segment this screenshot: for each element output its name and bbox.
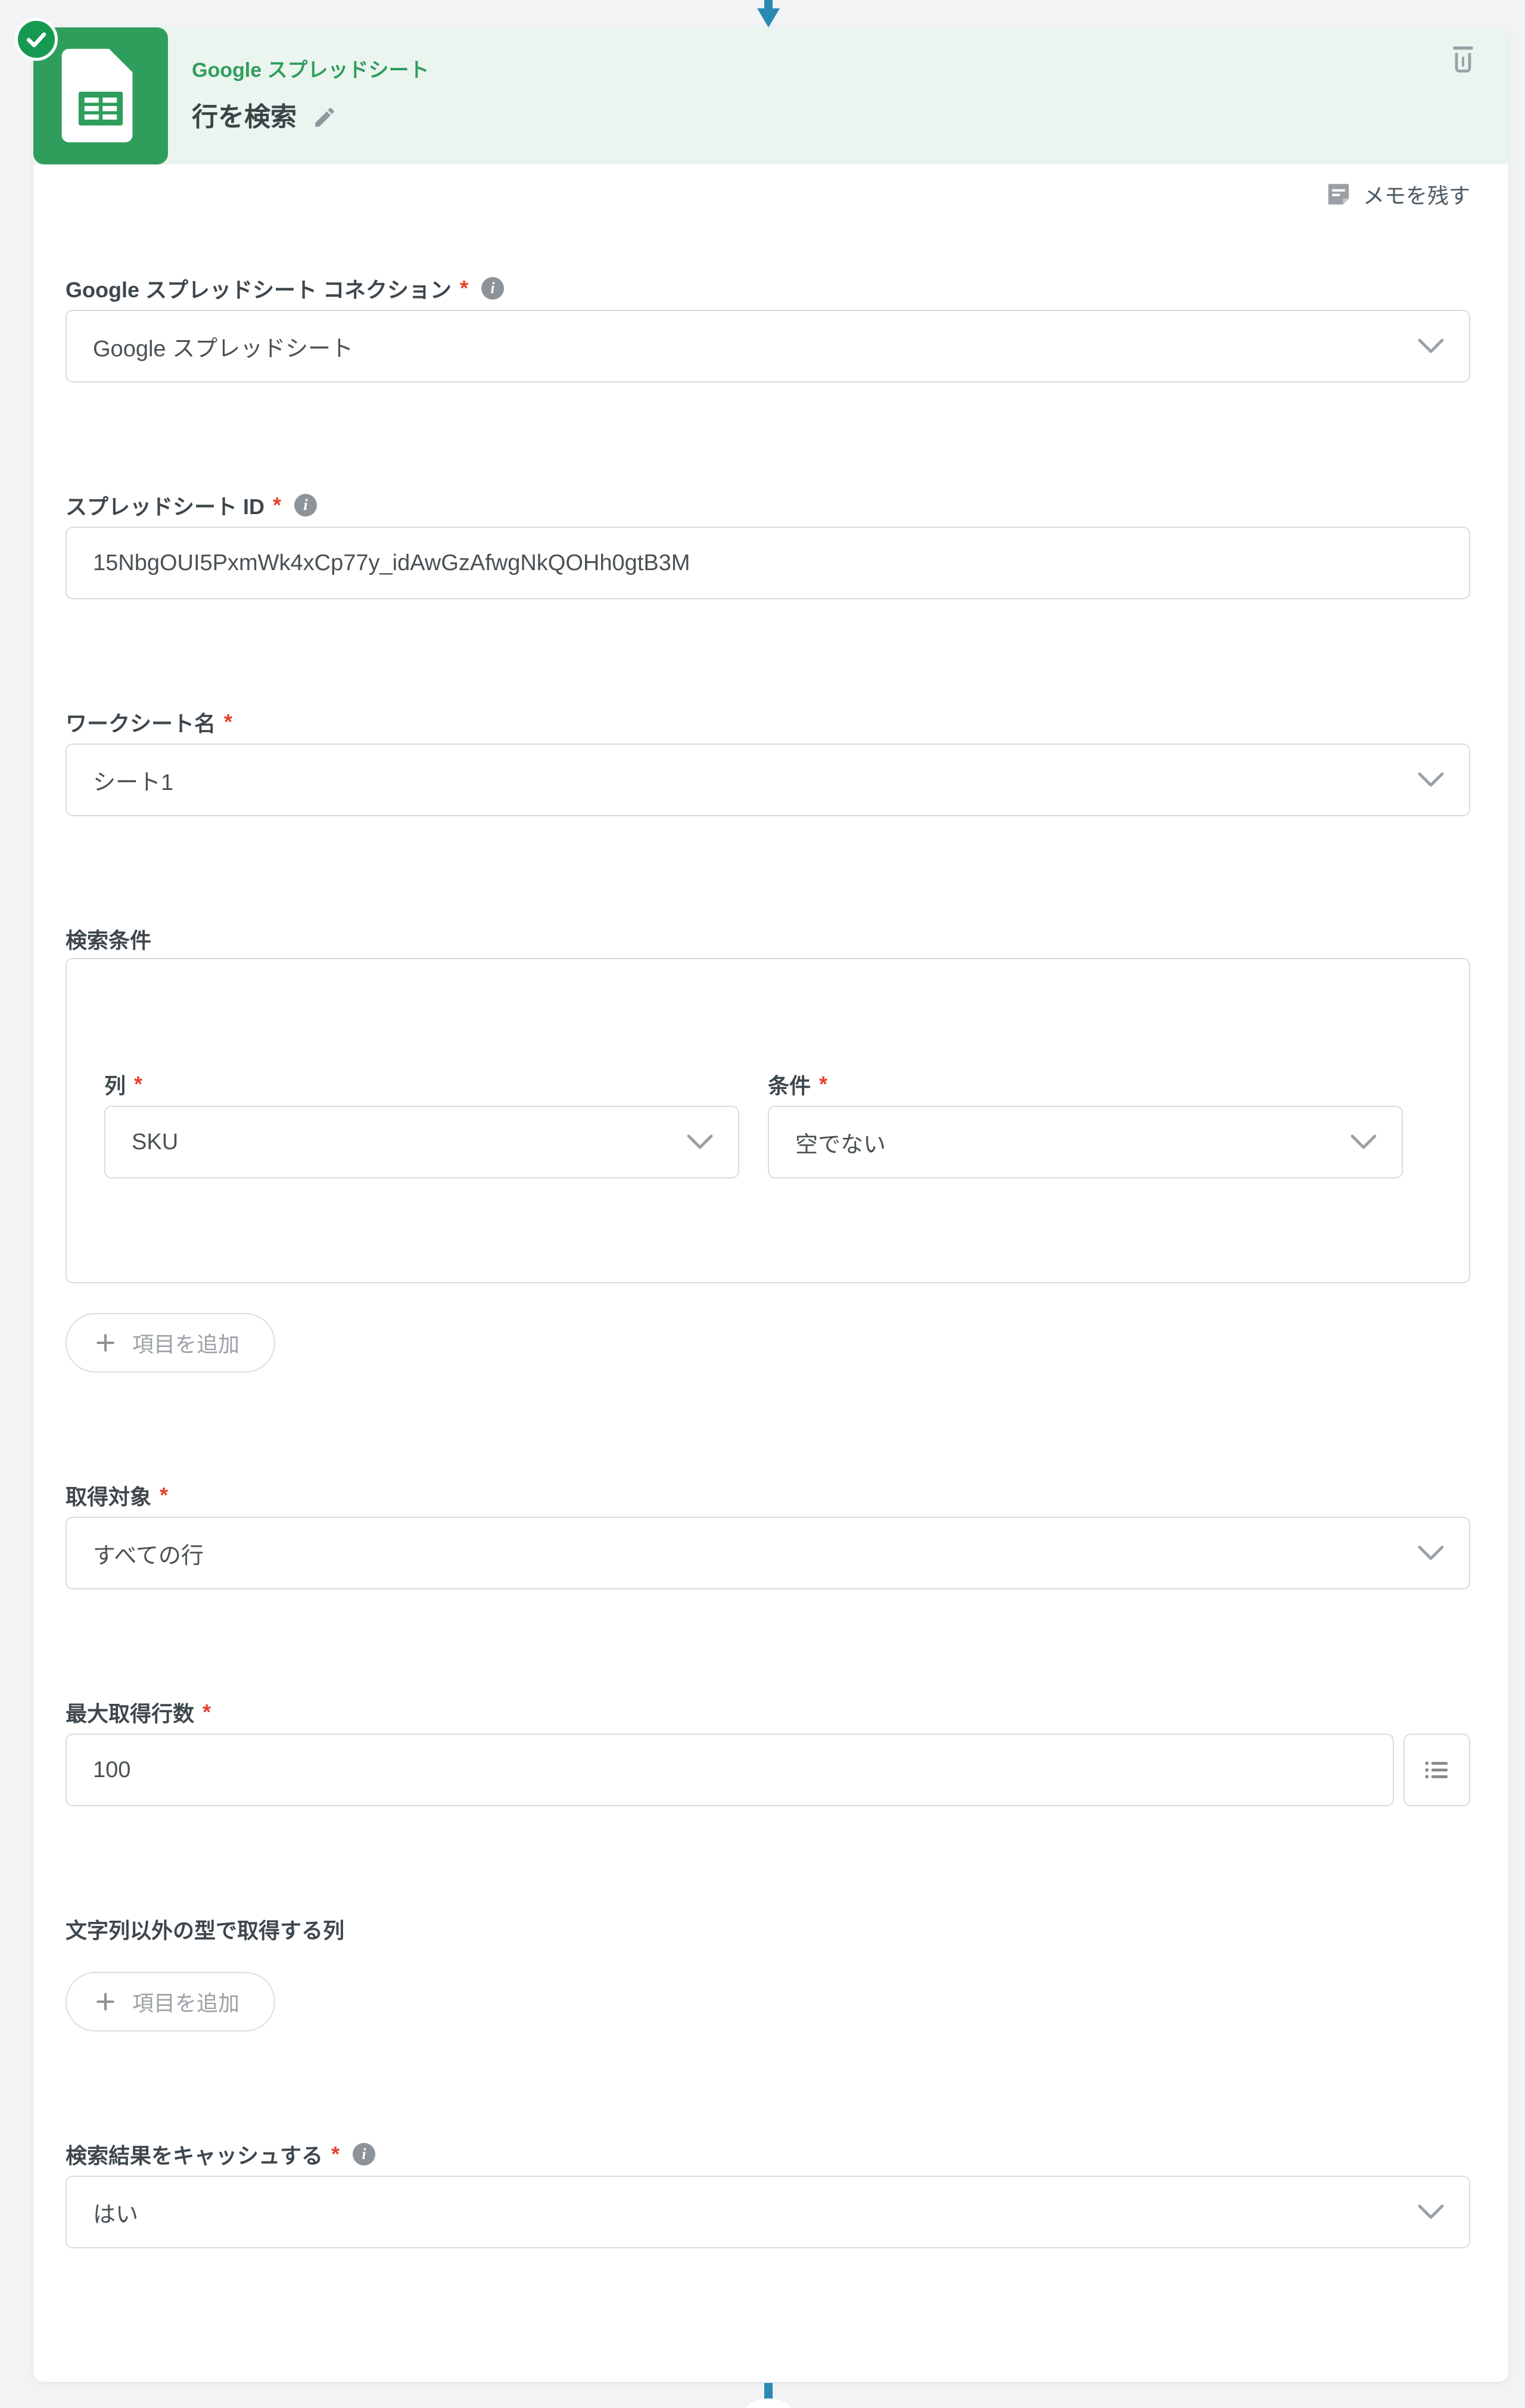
required-mark: *	[460, 276, 468, 301]
trash-icon	[1450, 43, 1476, 74]
cache-select[interactable]: はい	[66, 2176, 1470, 2248]
edit-pencil-icon[interactable]	[312, 105, 337, 130]
add-non-string-column-label: 項目を追加	[132, 1986, 239, 2017]
non-string-columns-label: 文字列以外の型で取得する列	[66, 1914, 344, 1945]
target-label: 取得対象	[66, 1480, 151, 1511]
connection-label: Google スプレッドシート コネクション	[66, 273, 452, 304]
condition-label: 条件	[768, 1069, 811, 1100]
info-icon[interactable]: i	[481, 277, 504, 300]
add-condition-button[interactable]: 項目を追加	[66, 1313, 275, 1373]
chevron-down-icon	[1418, 772, 1444, 788]
condition-operator-group: 条件 * 空でない	[768, 1071, 1403, 1178]
required-mark: *	[273, 493, 281, 518]
chevron-down-icon	[687, 1134, 713, 1150]
target-select[interactable]: すべての行	[66, 1517, 1470, 1589]
field-target: 取得対象 * すべての行	[66, 1482, 1470, 1589]
workflow-canvas: { "ui": { "required": "*", "info": "i" }…	[0, 0, 1525, 2408]
target-value: すべての行	[93, 1537, 204, 1570]
step-form: Google スプレッドシート コネクション * i Google スプレッドシ…	[33, 275, 1508, 2248]
note-icon	[1325, 181, 1352, 208]
max-rows-input[interactable]: 100	[66, 1734, 1394, 1806]
plus-icon	[94, 1990, 117, 2013]
field-spreadsheet-id: スプレッドシート ID * i 15NbgOUI5PxmWk4xCp77y_id…	[66, 492, 1470, 599]
step-header-texts: Google スプレッドシート 行を検索	[192, 57, 430, 133]
chevron-down-icon	[1418, 1545, 1444, 1561]
chevron-down-icon	[1350, 1134, 1377, 1150]
cache-label: 検索結果をキャッシュする	[66, 2139, 323, 2170]
condition-select[interactable]: 空でない	[768, 1106, 1403, 1178]
google-sheets-app-tile	[33, 27, 168, 164]
search-conditions-box: 列 * SKU 条件 *	[66, 958, 1470, 1283]
plus-icon	[94, 1331, 117, 1354]
field-cache: 検索結果をキャッシュする * i はい	[66, 2141, 1470, 2248]
max-rows-value: 100	[93, 1757, 130, 1783]
chevron-down-icon	[1418, 338, 1444, 354]
condition-column-group: 列 * SKU	[104, 1071, 739, 1178]
worksheet-name-select[interactable]: シート1	[66, 743, 1470, 816]
cache-value: はい	[93, 2196, 138, 2229]
next-node-hint	[742, 2398, 795, 2408]
add-condition-label: 項目を追加	[132, 1327, 239, 1358]
insert-variable-button[interactable]	[1403, 1734, 1470, 1806]
step-success-check-badge	[15, 18, 58, 61]
app-name-label: Google スプレッドシート	[192, 57, 430, 83]
required-mark: *	[160, 1483, 168, 1508]
leave-note-link[interactable]: メモを残す	[33, 179, 1470, 210]
field-search-conditions: 検索条件 列 * SKU	[66, 926, 1470, 1373]
column-label: 列	[104, 1069, 126, 1100]
required-mark: *	[134, 1072, 142, 1097]
step-title: 行を検索	[192, 101, 297, 133]
delete-step-button[interactable]	[1448, 42, 1479, 75]
connection-value: Google スプレッドシート	[93, 330, 353, 363]
spreadsheet-id-input[interactable]: 15NbgOUI5PxmWk4xCp77y_idAwGzAfwgNkQOHh0g…	[66, 527, 1470, 599]
required-mark: *	[203, 1700, 211, 1725]
required-mark: *	[331, 2142, 340, 2167]
connector-arrow-icon	[757, 8, 780, 27]
check-icon	[23, 26, 49, 52]
worksheet-name-value: シート1	[93, 764, 173, 797]
condition-value: 空でない	[795, 1126, 886, 1159]
spreadsheet-id-label: スプレッドシート ID	[66, 490, 264, 521]
max-rows-label: 最大取得行数	[66, 1697, 194, 1728]
add-non-string-column-button[interactable]: 項目を追加	[66, 1972, 275, 2031]
step-card-google-sheets: Google スプレッドシート 行を検索 メモを残す	[33, 27, 1508, 2382]
field-max-rows: 最大取得行数 * 100	[66, 1699, 1470, 1806]
column-value: SKU	[132, 1130, 178, 1155]
field-non-string-columns: 文字列以外の型で取得する列 項目を追加	[66, 1916, 1470, 2031]
list-icon	[1421, 1754, 1453, 1786]
connection-select[interactable]: Google スプレッドシート	[66, 310, 1470, 382]
column-select[interactable]: SKU	[104, 1106, 739, 1178]
step-card-header: Google スプレッドシート 行を検索	[33, 27, 1508, 164]
required-mark: *	[224, 710, 232, 735]
field-connection: Google スプレッドシート コネクション * i Google スプレッドシ…	[66, 275, 1470, 382]
info-icon[interactable]: i	[294, 494, 317, 517]
search-conditions-label: 検索条件	[66, 923, 151, 954]
leave-note-label: メモを残す	[1363, 179, 1470, 210]
info-icon[interactable]: i	[353, 2143, 375, 2166]
google-sheets-doc-icon	[61, 49, 140, 143]
required-mark: *	[819, 1072, 827, 1097]
worksheet-name-label: ワークシート名	[66, 707, 216, 738]
field-worksheet-name: ワークシート名 * シート1	[66, 709, 1470, 816]
chevron-down-icon	[1418, 2204, 1444, 2220]
spreadsheet-id-value: 15NbgOUI5PxmWk4xCp77y_idAwGzAfwgNkQOHh0g…	[93, 550, 690, 576]
